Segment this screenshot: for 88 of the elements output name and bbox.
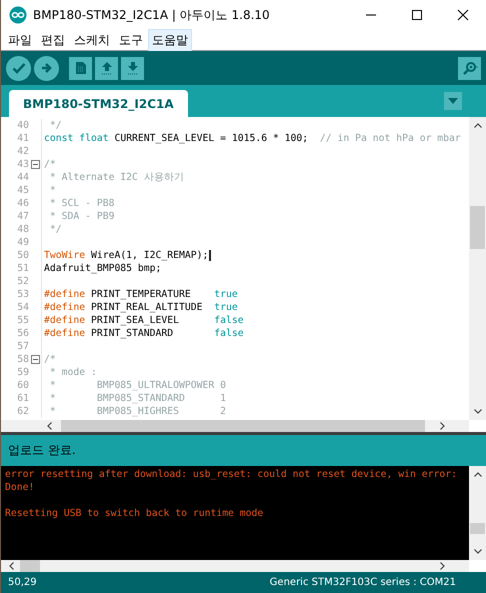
- board-port: Generic STM32F103C series : COM21: [270, 577, 456, 588]
- code-line: * BMP085_HIGHRES 2: [48, 405, 226, 418]
- caret-down-icon: [448, 98, 458, 104]
- line-number: 51: [16, 262, 29, 275]
- scrollbar-thumb[interactable]: [61, 420, 425, 432]
- code-line: Adafruit_BMP085 bmp;: [44, 262, 162, 275]
- scrollbar-thumb[interactable]: [20, 560, 40, 572]
- code-line: * BMP085_ULTRALOWPOWER 0: [48, 379, 226, 392]
- scrollbar[interactable]: [1, 560, 469, 572]
- sketch-tab[interactable]: BMP180-STM32_I2C1A: [9, 90, 188, 117]
- app-logo-icon: [9, 6, 27, 24]
- arrow-up-icon: [100, 61, 112, 75]
- document-icon: [74, 61, 86, 75]
- code-line: * SDA - PB9: [48, 210, 114, 223]
- line-number: 47: [16, 210, 29, 223]
- line-number: 52: [16, 275, 29, 288]
- code-line: */: [48, 223, 62, 236]
- code-line: #define PRINT_TEMPERATURE true: [44, 288, 238, 301]
- window-title: BMP180-STM32_I2C1A | 아두이노 1.8.10: [33, 6, 270, 24]
- line-number: 40: [16, 119, 29, 132]
- open-button[interactable]: [95, 56, 118, 80]
- code-line: */: [48, 119, 62, 132]
- code-line: TwoWire WireA(1, I2C_REMAP);: [44, 249, 208, 262]
- code-line: * mode :: [48, 366, 97, 379]
- verify-button[interactable]: [6, 56, 31, 80]
- fold-icon[interactable]: [30, 160, 40, 169]
- new-button[interactable]: [69, 56, 92, 80]
- menu-item[interactable]: 편집: [37, 28, 69, 52]
- line-number: 46: [16, 197, 29, 210]
- code-line: * SCL - PB8: [48, 197, 114, 210]
- console-output: error resetting after download: usb_reset: could not reset device, win error: Done! Resetting USB to switch back to runtime mode: [5, 468, 457, 520]
- maximize-icon: [411, 9, 423, 21]
- arrow-right-icon: [40, 62, 52, 74]
- line-number: 58: [16, 353, 29, 366]
- serial-monitor-button[interactable]: [458, 56, 481, 80]
- code-line: * Alternate I2C 사용하기: [48, 171, 184, 184]
- menu-item[interactable]: 파일: [4, 28, 36, 52]
- check-icon: [12, 62, 26, 74]
- line-number: 50: [16, 249, 29, 262]
- menu-item[interactable]: 도움말: [148, 28, 192, 52]
- line-number: 62: [16, 405, 29, 418]
- code-line: #define PRINT_STANDARD false: [44, 327, 244, 340]
- code-line: /*: [44, 353, 56, 366]
- scrollbar[interactable]: [469, 466, 486, 560]
- code-line: #define PRINT_REAL_ALTITUDE true: [44, 301, 238, 314]
- line-number: 61: [16, 392, 29, 405]
- code-line: * BMP085_STANDARD 1: [48, 392, 226, 405]
- code-line: const float CURRENT_SEA_LEVEL = 1015.6 * 100; // in Pa not hPa or mbar: [44, 132, 461, 145]
- status-message: 업로드 완료.: [8, 442, 76, 459]
- chevron-left-icon[interactable]: [47, 422, 52, 430]
- chevron-right-icon[interactable]: [440, 422, 445, 430]
- line-number: 54: [16, 301, 29, 314]
- close-icon: [457, 9, 469, 21]
- code-line: /*: [44, 158, 56, 171]
- line-number: 56: [16, 327, 29, 340]
- line-number: 48: [16, 223, 29, 236]
- code-line: *: [48, 184, 56, 197]
- menu-item[interactable]: 도구: [115, 28, 147, 52]
- magnifier-icon: [462, 61, 478, 75]
- arrow-down-icon: [126, 61, 138, 75]
- line-number: 49: [16, 236, 29, 249]
- upload-button[interactable]: [34, 56, 59, 80]
- line-number: 55: [16, 314, 29, 327]
- cursor-position: 50,29: [8, 577, 37, 588]
- menu-item[interactable]: 스케치: [70, 28, 114, 52]
- save-button[interactable]: [121, 56, 144, 80]
- chevron-down-icon[interactable]: [474, 409, 482, 414]
- chevron-up-icon[interactable]: [474, 123, 482, 128]
- chevron-left-icon[interactable]: [9, 562, 14, 570]
- line-number: 41: [16, 132, 29, 145]
- line-number: 45: [16, 184, 29, 197]
- line-number: 44: [16, 171, 29, 184]
- chevron-down-icon[interactable]: [474, 549, 482, 554]
- line-number: 42: [16, 145, 29, 158]
- code-line: #define PRINT_SEA_LEVEL false: [44, 314, 244, 327]
- line-number: 53: [16, 288, 29, 301]
- line-number: 57: [16, 340, 29, 353]
- chevron-right-icon[interactable]: [440, 562, 445, 570]
- scrollbar[interactable]: [469, 117, 486, 420]
- chevron-up-icon[interactable]: [474, 472, 482, 477]
- line-number: 60: [16, 379, 29, 392]
- scrollbar-thumb[interactable]: [470, 523, 485, 534]
- scrollbar-thumb[interactable]: [470, 206, 485, 249]
- tab-menu-button[interactable]: [444, 92, 462, 110]
- scrollbar[interactable]: [1, 420, 469, 432]
- line-number: 43: [16, 158, 29, 171]
- fold-icon[interactable]: [30, 355, 40, 364]
- line-number: 59: [16, 366, 29, 379]
